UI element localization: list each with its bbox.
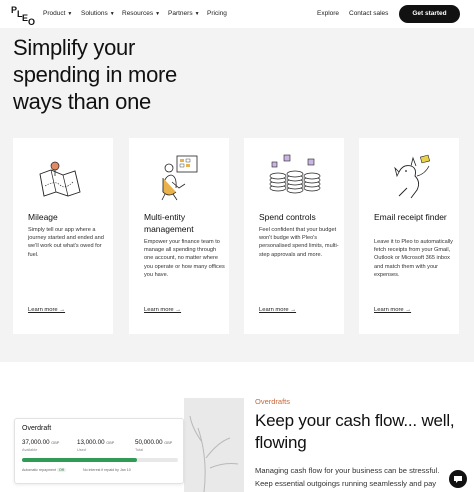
chevron-down-icon: ▼ — [194, 11, 200, 17]
card-title: Spend controls — [259, 212, 316, 222]
section-headline: Keep your cash flow... well, flowing — [255, 411, 455, 452]
chevron-down-icon: ▼ — [155, 11, 161, 17]
feature-card-multi-entity: Multi-entity management Empower your fin… — [129, 138, 229, 334]
nav-product[interactable]: Product ▼ — [43, 10, 72, 17]
card-title: Mileage — [28, 212, 58, 222]
overdraft-title: Overdraft — [22, 425, 52, 432]
person-dashboard-icon — [161, 155, 198, 201]
nav-partners[interactable]: Partners ▼ — [168, 10, 200, 17]
status-badge: Off — [56, 468, 66, 472]
nav-pricing[interactable]: Pricing — [207, 10, 227, 17]
feature-card-mileage: Mileage Simply tell our app where a jour… — [13, 138, 113, 334]
overdraft-widget: Overdraft 37,000.00 GBP Available 13,000… — [14, 418, 184, 484]
learn-more-link[interactable]: Learn more → — [259, 307, 296, 313]
card-title: Email receipt finder — [374, 212, 447, 222]
nav-contact-sales[interactable]: Contact sales — [349, 10, 388, 17]
chevron-down-icon: ▼ — [109, 11, 115, 17]
total-stat: 50,000.00 GBP Total — [135, 439, 173, 452]
card-description: Leave it to Pleo to automatically fetch … — [374, 239, 453, 278]
available-stat: 37,000.00 GBP Available — [22, 439, 60, 452]
section-body: Managing cash flow for your business can… — [255, 466, 440, 488]
chevron-down-icon: ▼ — [67, 11, 73, 17]
dog-receipt-icon — [394, 154, 431, 199]
auto-repayment-label: Automatic repayment Off — [22, 468, 66, 472]
features-section: Simplify your spending in more ways than… — [0, 28, 474, 362]
learn-more-link[interactable]: Learn more → — [144, 307, 181, 313]
page-title: Simplify your spending in more ways than… — [13, 35, 177, 114]
feature-card-spend-controls: Spend controls Feel confident that your … — [244, 138, 344, 334]
nav-solutions[interactable]: Solutions ▼ — [81, 10, 115, 17]
card-description: Simply tell our app where a journey star… — [28, 227, 104, 258]
section-eyebrow: Overdrafts — [255, 397, 291, 406]
overdraft-progress-bar — [22, 458, 178, 462]
pleo-logo[interactable]: P L E O — [10, 4, 36, 26]
map-pin-icon — [39, 161, 81, 197]
overdrafts-section: Overdraft 37,000.00 GBP Available 13,000… — [0, 362, 474, 492]
nav-resources[interactable]: Resources ▼ — [122, 10, 160, 17]
interest-note: No interest if repaid by Jan 10 — [83, 468, 131, 472]
chat-button[interactable] — [449, 470, 467, 488]
card-description: Empower your finance team to manage all … — [144, 239, 225, 278]
overdraft-progress-fill — [22, 458, 138, 462]
svg-text:O: O — [28, 17, 35, 26]
feature-card-email-receipt: Email receipt finder Leave it to Pleo to… — [359, 138, 459, 334]
chat-bubble-icon — [454, 476, 462, 483]
top-nav: P L E O Product ▼ Solutions ▼ Resources ▼ P… — [0, 0, 474, 28]
coin-stacks-icon — [269, 154, 321, 194]
used-stat: 13,000.00 GBP Used — [77, 439, 115, 452]
learn-more-link[interactable]: Learn more → — [374, 307, 411, 313]
get-started-button[interactable]: Get started — [399, 5, 460, 23]
card-description: Feel confident that your budget won't bu… — [259, 227, 339, 258]
learn-more-link[interactable]: Learn more → — [28, 307, 65, 313]
tree-image — [184, 398, 244, 492]
card-title: Multi-entity management — [144, 212, 194, 234]
nav-explore[interactable]: Explore — [317, 10, 339, 17]
